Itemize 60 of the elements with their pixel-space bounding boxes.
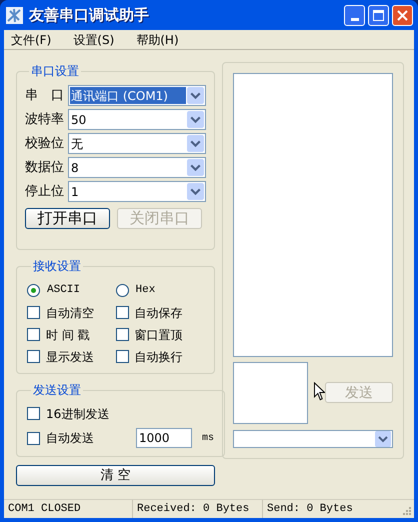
window-title: 友善串口调试助手 [29, 8, 149, 22]
checkbox-label: 16进制发送 [46, 406, 110, 422]
menu-item[interactable]: 帮助(H) [136, 30, 179, 48]
close-icon [397, 10, 408, 20]
status-text: Received: 0 Bytes [137, 502, 250, 517]
dropdown-value: 8 [70, 160, 80, 176]
minimize-icon [350, 18, 358, 20]
unit-label: ms [202, 432, 214, 446]
interval-field[interactable]: 1000 [136, 428, 192, 448]
field-label: 串 口 [25, 86, 65, 105]
checkbox[interactable] [27, 328, 40, 341]
group-title: 接收设置 [32, 258, 82, 275]
checkbox-label: 自动保存 [134, 304, 182, 322]
serial-dropdown[interactable]: 50 [68, 109, 206, 130]
dropdown-value: 1 [70, 184, 80, 200]
checkbox-label: 时 间 戳 [46, 326, 90, 344]
dropdown-value: 50 [70, 112, 88, 128]
serial-dropdown[interactable]: 1 [68, 181, 206, 202]
open-port-button[interactable]: 打开串口 [25, 208, 110, 229]
resize-grip-icon [402, 506, 412, 516]
minimize-button[interactable] [344, 4, 365, 26]
send-history-dropdown[interactable] [233, 430, 393, 448]
checkbox[interactable] [116, 306, 128, 319]
checkbox[interactable] [27, 350, 40, 363]
dropdown-value: 无 [70, 136, 84, 152]
checkbox[interactable] [27, 432, 40, 444]
radio-button[interactable] [116, 284, 128, 297]
group-title: 串口设置 [30, 63, 80, 80]
cursor-icon [314, 382, 326, 402]
checkbox-label: 自动发送 [46, 430, 95, 447]
field-label: 校验位 [25, 134, 65, 153]
field-label: 停止位 [25, 182, 65, 201]
checkbox-label: 显示发送 [46, 348, 94, 366]
serial-dropdown[interactable]: 无 [68, 133, 206, 154]
checkbox[interactable] [116, 328, 128, 341]
checkbox[interactable] [116, 350, 128, 363]
menu-item[interactable]: 文件(F) [11, 30, 52, 48]
checkbox-label: 窗口置顶 [134, 326, 182, 344]
field-label: 波特率 [25, 110, 65, 129]
maximize-button[interactable] [368, 4, 389, 26]
serial-dropdown[interactable]: 通讯端口 (COM1) [68, 85, 206, 106]
checkbox-label: 自动换行 [134, 348, 182, 366]
status-text: COM1 CLOSED [8, 502, 81, 517]
send-text-area[interactable] [233, 362, 308, 424]
radio-button[interactable] [27, 284, 40, 297]
app-icon [6, 6, 23, 24]
radio-label: ASCII [47, 283, 80, 298]
clear-button[interactable]: 清 空 [16, 465, 215, 486]
checkbox[interactable] [27, 306, 40, 319]
menu-item[interactable]: 设置(S) [73, 30, 114, 48]
checkbox-label: 自动清空 [46, 304, 94, 322]
group-title: 发送设置 [32, 382, 82, 399]
radio-label: Hex [136, 283, 156, 298]
field-label: 数据位 [25, 158, 65, 177]
close-button[interactable] [392, 4, 413, 26]
dropdown-value: 通讯端口 (COM1) [70, 87, 186, 104]
maximize-icon [373, 10, 384, 20]
status-text: Send: 0 Bytes [267, 502, 353, 517]
checkbox[interactable] [27, 407, 40, 420]
serial-dropdown[interactable]: 8 [68, 157, 206, 178]
